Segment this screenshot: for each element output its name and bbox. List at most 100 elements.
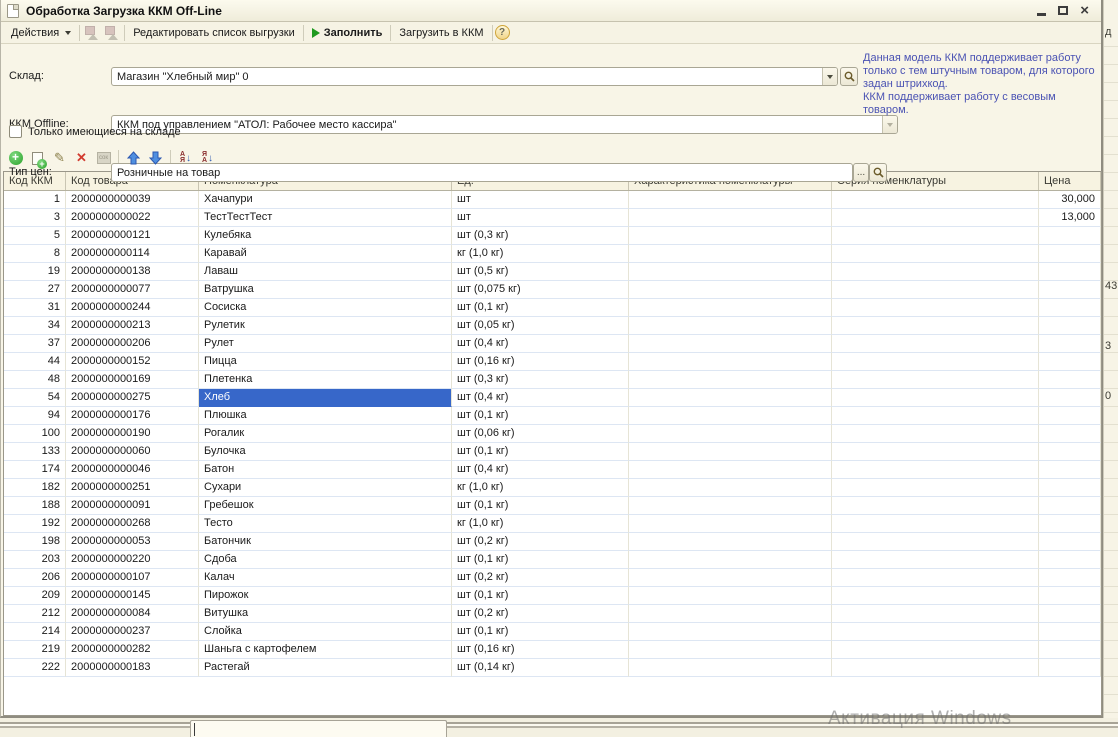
- table-cell[interactable]: шт (0,075 кг): [452, 281, 629, 299]
- table-row[interactable]: 482000000000169Плетенкашт (0,3 кг): [4, 371, 1101, 389]
- table-cell[interactable]: [1039, 587, 1101, 605]
- table-cell[interactable]: Тесто: [199, 515, 452, 533]
- table-cell[interactable]: [1039, 263, 1101, 281]
- price-type-field[interactable]: Розничные на товар: [111, 163, 853, 182]
- table-cell[interactable]: Витушка: [199, 605, 452, 623]
- table-cell[interactable]: [832, 659, 1039, 677]
- table-cell[interactable]: кг (1,0 кг): [452, 479, 629, 497]
- table-cell[interactable]: 2000000000145: [66, 587, 199, 605]
- table-cell[interactable]: 198: [4, 533, 66, 551]
- table-cell[interactable]: 212: [4, 605, 66, 623]
- table-cell[interactable]: [629, 227, 832, 245]
- table-cell[interactable]: 2000000000022: [66, 209, 199, 227]
- table-cell[interactable]: [1039, 461, 1101, 479]
- table-cell[interactable]: [832, 461, 1039, 479]
- table-cell[interactable]: 2000000000091: [66, 497, 199, 515]
- table-cell[interactable]: [1039, 245, 1101, 263]
- table-cell[interactable]: [629, 335, 832, 353]
- table-row[interactable]: 1922000000000268Тестокг (1,0 кг): [4, 515, 1101, 533]
- table-cell[interactable]: 1: [4, 191, 66, 209]
- table-cell[interactable]: [1039, 227, 1101, 245]
- table-cell[interactable]: 2000000000282: [66, 641, 199, 659]
- table-cell[interactable]: [629, 497, 832, 515]
- price-type-search-button[interactable]: [869, 163, 887, 182]
- table-cell[interactable]: [629, 479, 832, 497]
- table-cell[interactable]: [629, 623, 832, 641]
- table-cell[interactable]: 2000000000053: [66, 533, 199, 551]
- table-cell[interactable]: 2000000000121: [66, 227, 199, 245]
- table-cell[interactable]: шт (0,1 кг): [452, 587, 629, 605]
- table-row[interactable]: 1332000000000060Булочкашт (0,1 кг): [4, 443, 1101, 461]
- table-cell[interactable]: 2000000000213: [66, 317, 199, 335]
- edit-export-list-button[interactable]: Редактировать список выгрузки: [127, 25, 301, 41]
- table-cell[interactable]: Гребешок: [199, 497, 452, 515]
- table-cell[interactable]: Шаньга с картофелем: [199, 641, 452, 659]
- background-window-tab[interactable]: [190, 720, 447, 737]
- table-cell[interactable]: шт (0,2 кг): [452, 569, 629, 587]
- table-cell[interactable]: Рулет: [199, 335, 452, 353]
- load-to-kkm-button[interactable]: Загрузить в ККМ: [393, 25, 489, 41]
- table-cell[interactable]: Слойка: [199, 623, 452, 641]
- table-cell[interactable]: [629, 299, 832, 317]
- table-cell[interactable]: кг (1,0 кг): [452, 245, 629, 263]
- table-cell[interactable]: [832, 371, 1039, 389]
- table-row[interactable]: 2142000000000237Слойкашт (0,1 кг): [4, 623, 1101, 641]
- table-cell[interactable]: 2000000000183: [66, 659, 199, 677]
- table-cell[interactable]: 27: [4, 281, 66, 299]
- minimize-button[interactable]: [1037, 13, 1046, 16]
- table-cell[interactable]: 174: [4, 461, 66, 479]
- table-cell[interactable]: Хачапури: [199, 191, 452, 209]
- table-cell[interactable]: шт (0,3 кг): [452, 371, 629, 389]
- table-cell[interactable]: 30,000: [1039, 191, 1101, 209]
- table-cell[interactable]: [629, 443, 832, 461]
- table-cell[interactable]: Сухари: [199, 479, 452, 497]
- table-cell[interactable]: шт (0,06 кг): [452, 425, 629, 443]
- table-cell[interactable]: [832, 443, 1039, 461]
- table-cell[interactable]: [629, 263, 832, 281]
- table-row[interactable]: 542000000000275Хлебшт (0,4 кг): [4, 389, 1101, 407]
- table-cell[interactable]: 2000000000046: [66, 461, 199, 479]
- fill-button[interactable]: Заполнить: [306, 25, 389, 41]
- table-cell[interactable]: Плюшка: [199, 407, 452, 425]
- table-cell[interactable]: [629, 191, 832, 209]
- table-cell[interactable]: [1039, 389, 1101, 407]
- table-cell[interactable]: шт (0,4 кг): [452, 461, 629, 479]
- table-cell[interactable]: [832, 209, 1039, 227]
- table-cell[interactable]: 2000000000169: [66, 371, 199, 389]
- table-cell[interactable]: [832, 407, 1039, 425]
- table-cell[interactable]: Калач: [199, 569, 452, 587]
- table-row[interactable]: 942000000000176Плюшкашт (0,1 кг): [4, 407, 1101, 425]
- table-cell[interactable]: [832, 263, 1039, 281]
- warehouse-dropdown-button[interactable]: [822, 68, 837, 85]
- actions-menu-button[interactable]: Действия: [5, 25, 77, 41]
- table-cell[interactable]: 54: [4, 389, 66, 407]
- table-cell[interactable]: [1039, 497, 1101, 515]
- table-cell[interactable]: [832, 191, 1039, 209]
- table-cell[interactable]: [832, 623, 1039, 641]
- copy-row-button[interactable]: [28, 149, 47, 167]
- table-cell[interactable]: [832, 515, 1039, 533]
- table-cell[interactable]: [629, 551, 832, 569]
- table-cell[interactable]: Пирожок: [199, 587, 452, 605]
- table-cell[interactable]: Батончик: [199, 533, 452, 551]
- table-cell[interactable]: шт (0,1 кг): [452, 299, 629, 317]
- table-cell[interactable]: 2000000000244: [66, 299, 199, 317]
- table-cell[interactable]: шт (0,1 кг): [452, 623, 629, 641]
- table-cell[interactable]: [832, 353, 1039, 371]
- table-cell[interactable]: 222: [4, 659, 66, 677]
- table-cell[interactable]: [1039, 353, 1101, 371]
- table-cell[interactable]: 192: [4, 515, 66, 533]
- table-cell[interactable]: [629, 461, 832, 479]
- table-cell[interactable]: шт (0,5 кг): [452, 263, 629, 281]
- table-cell[interactable]: [629, 317, 832, 335]
- table-cell[interactable]: шт (0,1 кг): [452, 443, 629, 461]
- table-row[interactable]: 2032000000000220Сдобашт (0,1 кг): [4, 551, 1101, 569]
- table-cell[interactable]: [832, 533, 1039, 551]
- maximize-button[interactable]: [1058, 6, 1068, 15]
- table-cell[interactable]: ТестТестТест: [199, 209, 452, 227]
- table-row[interactable]: 32000000000022ТестТестТестшт13,000: [4, 209, 1101, 227]
- table-cell[interactable]: шт (0,4 кг): [452, 335, 629, 353]
- table-cell[interactable]: Хлеб: [199, 389, 452, 407]
- table-cell[interactable]: кг (1,0 кг): [452, 515, 629, 533]
- table-cell[interactable]: 2000000000237: [66, 623, 199, 641]
